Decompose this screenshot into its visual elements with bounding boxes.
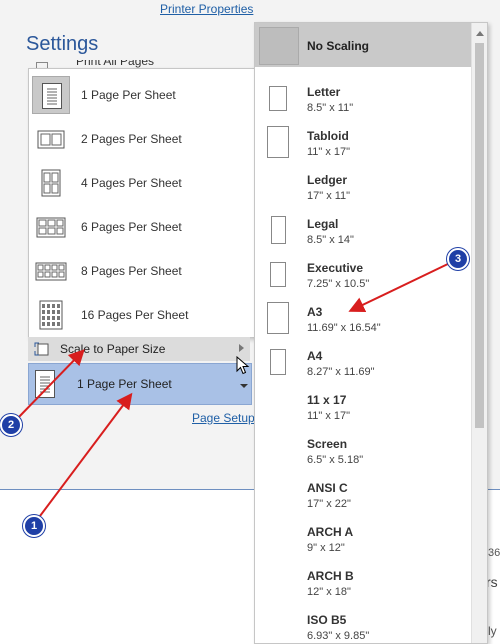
two-pages-icon [33, 121, 69, 157]
paper-size-dimensions: 8.5" x 11" [307, 102, 354, 114]
paper-size-dimensions: 7.25" x 10.5" [307, 278, 370, 290]
paper-size-name: A3 [307, 305, 323, 319]
scroll-up-icon[interactable] [476, 31, 484, 36]
page-setup-link[interactable]: Page Setup [192, 411, 255, 425]
paper-size-dimensions: 12" x 18" [307, 586, 351, 598]
paper-size-name: ARCH B [307, 569, 354, 583]
paper-size-name: 11 x 17 [307, 393, 347, 407]
background-text-fragment: 36- [488, 547, 500, 559]
paper-size-dimensions: 17" x 22" [307, 498, 351, 510]
menu-item-label: 6 Pages Per Sheet [81, 220, 182, 234]
pages-per-sheet-menu: 1 Page Per Sheet 2 Pages Per Sheet 4 Pag… [28, 68, 258, 338]
paper-size-name: Tabloid [307, 129, 349, 143]
menu-item-4-pages-per-sheet[interactable]: 4 Pages Per Sheet [29, 161, 257, 205]
menu-item-paper-size[interactable]: A3 11.69" x 16.54" [255, 295, 471, 339]
eight-pages-icon [33, 253, 69, 289]
background-text-fragment: ly [488, 624, 497, 638]
one-page-icon [32, 76, 70, 114]
menu-item-label: 8 Pages Per Sheet [81, 264, 182, 278]
paper-size-dimensions: 9" x 12" [307, 542, 345, 554]
menu-item-paper-size[interactable]: A4 8.27" x 11.69" [255, 339, 471, 383]
submenu-arrow-icon [239, 344, 244, 352]
menu-item-label: 2 Pages Per Sheet [81, 132, 182, 146]
menu-item-paper-size[interactable]: Executive 7.25" x 10.5" [255, 251, 471, 295]
paper-size-name: Ledger [307, 173, 348, 187]
scrollbar-thumb[interactable] [475, 43, 484, 428]
menu-item-paper-size[interactable]: Letter 8.5" x 11" [255, 75, 471, 119]
one-page-icon [35, 370, 55, 398]
annotation-badge: 3 [447, 248, 469, 270]
menu-item-6-pages-per-sheet[interactable]: 6 Pages Per Sheet [29, 205, 257, 249]
scale-to-paper-size-item[interactable]: Scale to Paper Size [28, 337, 250, 361]
paper-size-name: Legal [307, 217, 339, 231]
menu-item-2-pages-per-sheet[interactable]: 2 Pages Per Sheet [29, 117, 257, 161]
paper-size-name: Letter [307, 85, 341, 99]
scale-to-paper-size-label: Scale to Paper Size [60, 342, 166, 356]
chevron-down-icon [240, 384, 248, 388]
mouse-cursor-icon [236, 356, 250, 375]
four-pages-icon [33, 165, 69, 201]
menu-item-paper-size[interactable]: Legal 8.5" x 14" [255, 207, 471, 251]
scale-page-icon [34, 342, 50, 361]
paper-size-icon [270, 349, 286, 375]
menu-item-paper-size[interactable]: ARCH A 9" x 12" [255, 515, 471, 559]
menu-item-paper-size[interactable]: Tabloid 11" x 17" [255, 119, 471, 163]
menu-item-paper-size[interactable]: Screen 6.5" x 5.18" [255, 427, 471, 471]
menu-item-paper-size[interactable]: Ledger 17" x 11" [255, 163, 471, 207]
paper-size-icon [269, 85, 287, 111]
menu-item-paper-size[interactable]: ARCH B 12" x 18" [255, 559, 471, 603]
settings-heading: Settings [26, 33, 99, 55]
menu-item-paper-size[interactable]: 11 x 17 11" x 17" [255, 383, 471, 427]
paper-size-dimensions: 6.93" x 9.85" [307, 630, 370, 642]
paper-size-dimensions: 8.27" x 11.69" [307, 366, 375, 378]
paper-size-dimensions: 11.69" x 16.54" [307, 322, 381, 334]
menu-item-label: 1 Page Per Sheet [81, 88, 176, 102]
menu-item-paper-size[interactable]: ANSI C 17" x 22" [255, 471, 471, 515]
paper-size-name: Screen [307, 437, 348, 451]
paper-size-dimensions: 17" x 11" [307, 190, 351, 202]
paper-size-name: ISO B5 [307, 613, 347, 627]
paper-size-name: A4 [307, 349, 323, 363]
menu-item-8-pages-per-sheet[interactable]: 8 Pages Per Sheet [29, 249, 257, 293]
menu-item-label: No Scaling [307, 39, 370, 53]
paper-size-name: Executive [307, 261, 364, 275]
paper-size-dimensions: 6.5" x 5.18" [307, 454, 364, 466]
dropdown-value: 1 Page Per Sheet [77, 377, 172, 391]
pages-per-sheet-dropdown[interactable]: 1 Page Per Sheet [28, 363, 252, 405]
paper-size-icon [270, 216, 286, 244]
sixteen-pages-icon [33, 297, 69, 333]
menu-item-label: 4 Pages Per Sheet [81, 176, 182, 190]
menu-item-paper-size[interactable]: ISO B5 6.93" x 9.85" [255, 603, 471, 643]
paper-size-icon [270, 261, 286, 287]
six-pages-icon [33, 209, 69, 245]
paper-size-icon [267, 302, 289, 334]
annotation-badge: 2 [0, 414, 22, 436]
menu-item-16-pages-per-sheet[interactable]: 16 Pages Per Sheet [29, 293, 257, 337]
printer-properties-link[interactable]: Printer Properties [160, 2, 253, 16]
menu-item-1-page-per-sheet[interactable]: 1 Page Per Sheet [29, 73, 257, 117]
paper-size-menu: No Scaling Letter 8.5" x 11" Tabloid 11" x … [254, 22, 488, 644]
annotation-badge: 1 [23, 515, 45, 537]
paper-size-icon [267, 126, 289, 158]
print-all-pages-label: Print All Pages [76, 60, 155, 68]
menu-item-label: 16 Pages Per Sheet [81, 308, 189, 322]
paper-size-dimensions: 11" x 17" [307, 410, 351, 422]
paper-size-dimensions: 11" x 17" [307, 146, 351, 158]
scrollbar[interactable] [471, 23, 487, 643]
paper-size-name: ARCH A [307, 525, 354, 539]
menu-item-no-scaling[interactable]: No Scaling [255, 23, 471, 67]
no-scaling-icon [259, 27, 299, 65]
paper-size-dimensions: 8.5" x 14" [307, 234, 354, 246]
paper-size-name: ANSI C [307, 481, 348, 495]
